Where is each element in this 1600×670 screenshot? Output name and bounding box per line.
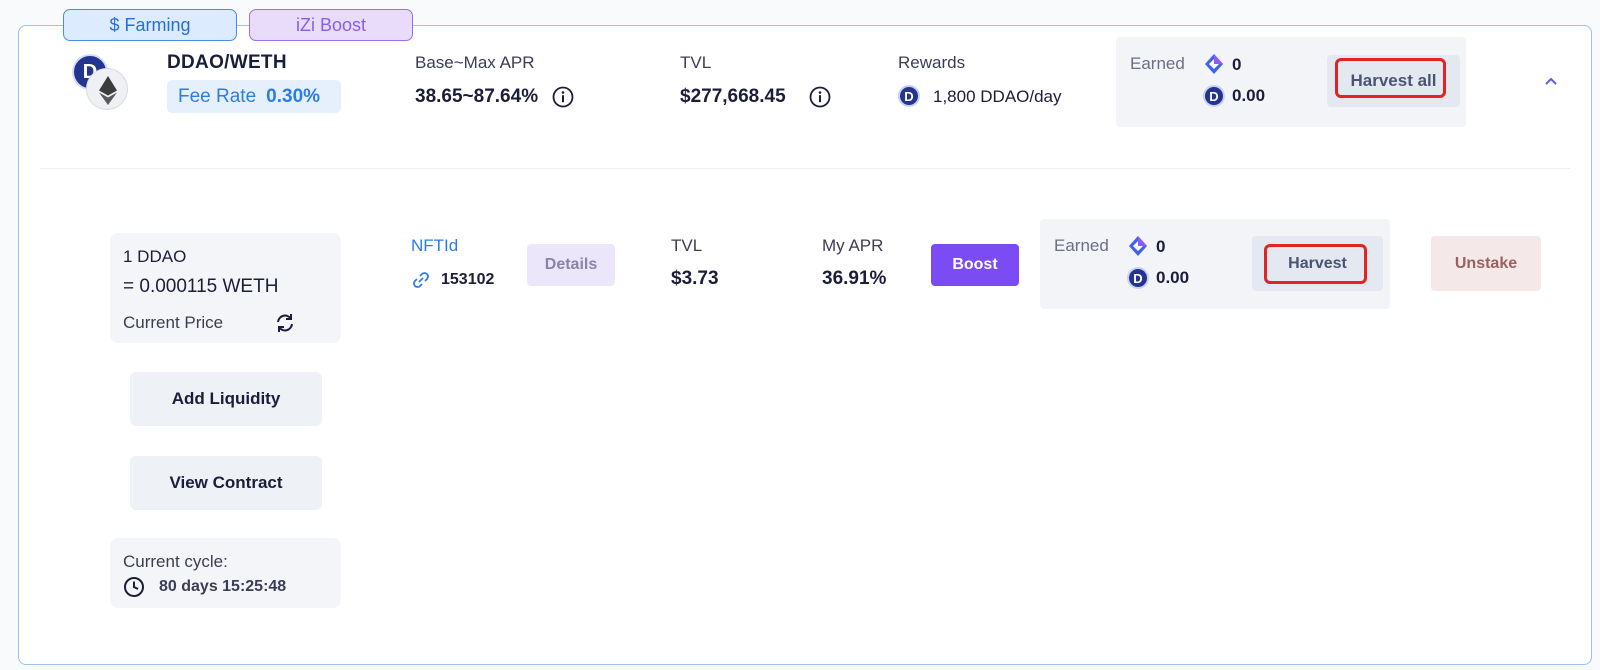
chevron-up-icon[interactable] bbox=[1544, 74, 1558, 88]
boost-button[interactable]: Boost bbox=[931, 244, 1019, 286]
apr-label: Base~Max APR bbox=[415, 53, 535, 72]
rewards-value: 1,800 DDAO/day bbox=[933, 87, 1062, 106]
pool-earned-label: Earned bbox=[1130, 54, 1185, 73]
clock-icon bbox=[124, 577, 144, 597]
tvl-info-icon[interactable] bbox=[809, 86, 831, 108]
tvl-label: TVL bbox=[680, 53, 712, 72]
unstake-button[interactable]: Unstake bbox=[1431, 236, 1541, 291]
fee-rate-value: 0.30% bbox=[266, 85, 321, 107]
my-apr-value: 36.91% bbox=[822, 268, 887, 289]
nft-id: 153102 bbox=[441, 271, 495, 288]
position-earned-izi: 0 bbox=[1156, 237, 1166, 256]
cycle-value: 80 days 15:25:48 bbox=[159, 578, 287, 595]
cycle-label: Current cycle: bbox=[123, 552, 228, 571]
pool-earned-izi: 0 bbox=[1232, 55, 1242, 74]
ddao-coin-icon: D bbox=[1127, 267, 1149, 289]
position-earned-ddao: 0.00 bbox=[1156, 268, 1190, 287]
harvest-all-highlight bbox=[1335, 58, 1446, 98]
izi-token-icon bbox=[1205, 54, 1223, 74]
izi-token-icon bbox=[1129, 236, 1147, 256]
view-contract-button[interactable]: View Contract bbox=[130, 456, 322, 510]
add-liquidity-button[interactable]: Add Liquidity bbox=[130, 372, 322, 426]
ddao-coin-icon: D bbox=[898, 85, 920, 107]
my-apr-label: My APR bbox=[822, 236, 884, 255]
fee-rate-label: Fee Rate bbox=[178, 85, 257, 107]
token-pair-icon: D bbox=[72, 54, 132, 110]
nft-label[interactable]: NFTId bbox=[411, 236, 458, 256]
position-earned-label: Earned bbox=[1054, 236, 1109, 255]
rewards-label: Rewards bbox=[898, 53, 966, 72]
pool-earned-ddao: 0.00 bbox=[1232, 86, 1266, 105]
fee-rate-pill: Fee Rate 0.30% bbox=[167, 80, 341, 113]
divider bbox=[40, 168, 1570, 169]
refresh-icon[interactable] bbox=[273, 311, 297, 335]
pair-name: DDAO/WETH bbox=[167, 52, 287, 73]
link-icon[interactable] bbox=[411, 270, 431, 290]
apr-info-icon[interactable] bbox=[552, 86, 574, 108]
position-tvl-label: TVL bbox=[671, 236, 703, 255]
price-line-2: = 0.000115 WETH bbox=[123, 276, 279, 297]
details-button[interactable]: Details bbox=[527, 244, 615, 286]
tvl-value: $277,668.45 bbox=[680, 86, 786, 107]
position-tvl-value: $3.73 bbox=[671, 268, 719, 289]
tab-farming[interactable]: $ Farming bbox=[63, 9, 237, 41]
price-caption: Current Price bbox=[123, 313, 224, 332]
apr-value: 38.65~87.64% bbox=[415, 86, 539, 107]
ddao-coin-icon: D bbox=[1203, 85, 1225, 107]
tab-izi-boost[interactable]: iZi Boost bbox=[249, 9, 413, 41]
price-line-1: 1 DDAO bbox=[123, 247, 187, 266]
harvest-highlight bbox=[1264, 244, 1367, 284]
eth-token-icon bbox=[86, 68, 128, 110]
